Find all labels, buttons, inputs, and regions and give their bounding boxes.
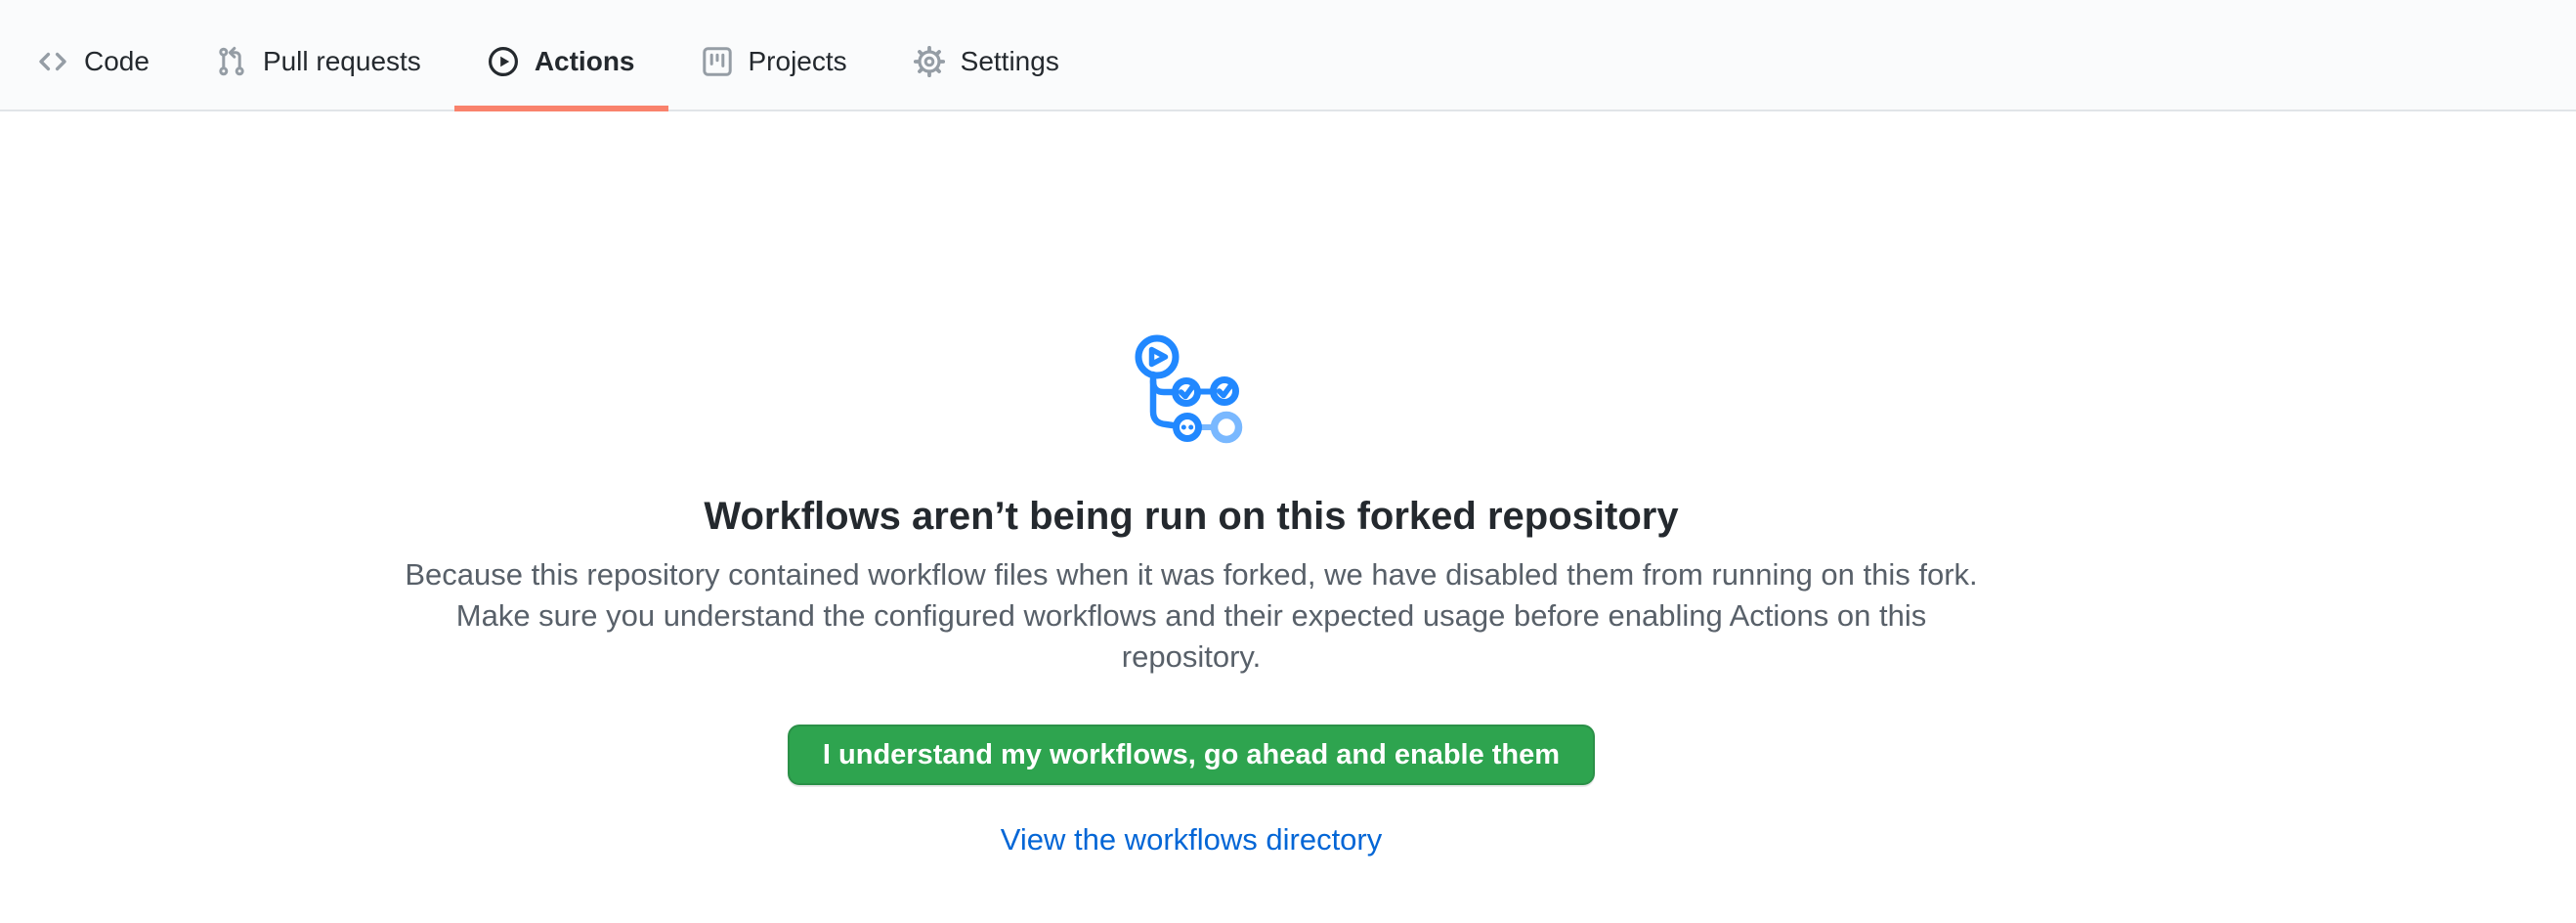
tab-code[interactable]: Code — [4, 0, 183, 110]
view-workflows-row: View the workflows directory — [0, 822, 2383, 857]
workflow-graph-icon — [1133, 329, 1250, 446]
tab-projects[interactable]: Projects — [668, 0, 880, 110]
view-workflows-link[interactable]: View the workflows directory — [1001, 822, 1383, 857]
code-icon — [37, 46, 68, 77]
pull-request-icon — [216, 46, 247, 77]
tab-label: Pull requests — [263, 48, 421, 75]
main-content: Workflows aren’t being run on this forke… — [0, 111, 2383, 857]
tab-actions[interactable]: Actions — [454, 0, 668, 110]
tab-label: Projects — [749, 48, 847, 75]
repo-tab-bar: Code Pull requests Actions — [0, 0, 2576, 111]
blankslate-title: Workflows aren’t being run on this forke… — [0, 492, 2383, 541]
tab-pull-requests[interactable]: Pull requests — [183, 0, 454, 110]
tab-label: Code — [84, 48, 150, 75]
tab-settings[interactable]: Settings — [880, 0, 1093, 110]
enable-workflows-button[interactable]: I understand my workflows, go ahead and … — [788, 725, 1595, 785]
project-icon — [702, 46, 733, 77]
tab-label: Actions — [535, 48, 635, 75]
enable-button-row: I understand my workflows, go ahead and … — [0, 678, 2383, 785]
blankslate-description: Because this repository contained workfl… — [395, 554, 1988, 678]
gear-icon — [914, 46, 945, 77]
tab-label: Settings — [961, 48, 1059, 75]
play-icon — [488, 46, 519, 77]
actions-disabled-blankslate: Workflows aren’t being run on this forke… — [0, 111, 2383, 857]
